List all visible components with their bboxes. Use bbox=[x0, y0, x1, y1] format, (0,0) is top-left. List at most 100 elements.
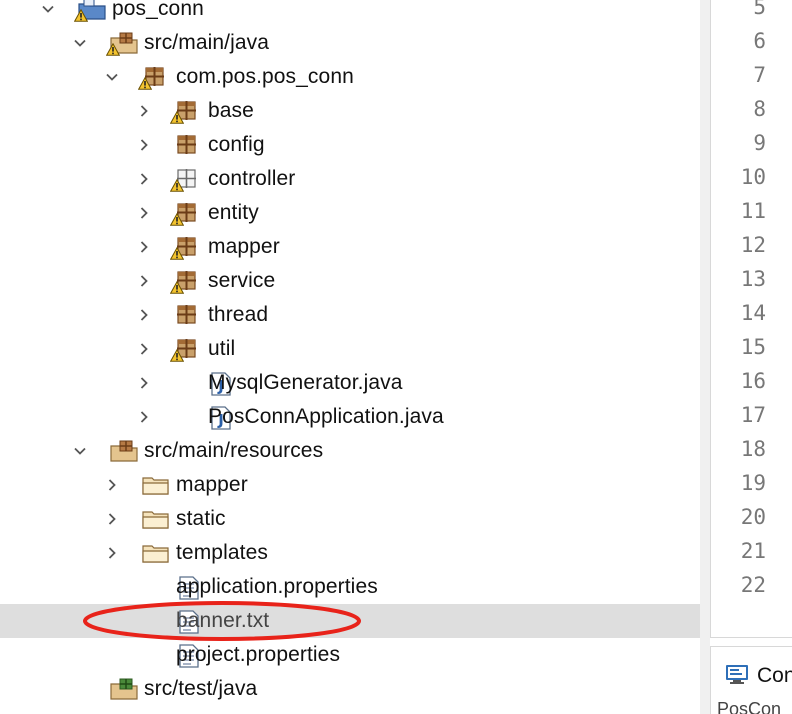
chevron-right-icon[interactable] bbox=[136, 375, 152, 391]
warning-icon bbox=[169, 280, 185, 299]
tree-item-templates[interactable]: templates bbox=[0, 536, 700, 570]
tree-item-label: entity bbox=[208, 201, 259, 224]
test-source-folder-icon bbox=[110, 678, 138, 700]
line-number: 19 bbox=[740, 471, 766, 495]
warning-icon bbox=[169, 110, 185, 129]
line-number: 11 bbox=[740, 199, 766, 223]
console-tab[interactable]: Con bbox=[725, 661, 792, 691]
chevron-right-icon[interactable] bbox=[136, 273, 152, 289]
tree-item-base[interactable]: base bbox=[0, 94, 700, 128]
line-number: 10 bbox=[740, 165, 766, 189]
tree-item-entity[interactable]: entity bbox=[0, 196, 700, 230]
tree-item-label: config bbox=[208, 133, 265, 156]
warning-icon bbox=[73, 8, 89, 27]
tree-item-src-main-resources[interactable]: src/main/resources bbox=[0, 434, 700, 468]
tree-item-label: static bbox=[176, 507, 226, 530]
line-number: 17 bbox=[740, 403, 766, 427]
tree-item-label: src/main/resources bbox=[144, 439, 324, 462]
tree-item-label: thread bbox=[208, 303, 269, 326]
tree-item-label: templates bbox=[176, 541, 268, 564]
tree-item-label: mapper bbox=[176, 473, 248, 496]
tree-item-application-properties[interactable]: application.properties bbox=[0, 570, 700, 604]
warning-icon bbox=[169, 178, 185, 197]
chevron-right-icon[interactable] bbox=[136, 103, 152, 119]
console-tab-label: Con bbox=[757, 664, 792, 687]
package-explorer-tree: pos_conn src/main/java com.pos.pos_connbas… bbox=[0, 0, 700, 714]
line-number: 20 bbox=[740, 505, 766, 529]
tree-item-label: banner.txt bbox=[176, 609, 270, 632]
warning-icon bbox=[169, 212, 185, 231]
folder-icon bbox=[142, 508, 169, 530]
tree-item-label: pos_conn bbox=[112, 0, 204, 20]
warning-icon bbox=[137, 76, 153, 95]
chevron-right-icon[interactable] bbox=[136, 239, 152, 255]
chevron-right-icon[interactable] bbox=[136, 171, 152, 187]
tree-item-banner-txt[interactable]: banner.txt bbox=[0, 604, 700, 638]
console-process-label: PosCon bbox=[717, 699, 782, 714]
chevron-right-icon[interactable] bbox=[104, 511, 120, 527]
line-number: 9 bbox=[753, 131, 766, 155]
line-number: 21 bbox=[740, 539, 766, 563]
line-number: 5 bbox=[753, 0, 766, 19]
tree-item-util[interactable]: util bbox=[0, 332, 700, 366]
package-icon bbox=[174, 304, 198, 326]
chevron-right-icon[interactable] bbox=[136, 409, 152, 425]
tree-item-label: controller bbox=[208, 167, 296, 190]
console-view: Con PosCon bbox=[710, 646, 792, 714]
chevron-right-icon[interactable] bbox=[104, 477, 120, 493]
line-number: 14 bbox=[740, 301, 766, 325]
tree-item-label: src/test/java bbox=[144, 677, 258, 700]
chevron-down-icon[interactable] bbox=[104, 69, 120, 85]
tree-item-label: util bbox=[208, 337, 236, 360]
chevron-right-icon[interactable] bbox=[104, 545, 120, 561]
line-number: 6 bbox=[753, 29, 766, 53]
package-icon bbox=[174, 134, 198, 156]
tree-item-project-properties[interactable]: project.properties bbox=[0, 638, 700, 672]
line-number: 15 bbox=[740, 335, 766, 359]
tree-item-label: application.properties bbox=[176, 575, 378, 598]
tree-item-label: src/main/java bbox=[144, 31, 270, 54]
tree-item-pos-conn[interactable]: pos_conn bbox=[0, 0, 700, 26]
line-number: 18 bbox=[740, 437, 766, 461]
chevron-down-icon[interactable] bbox=[72, 35, 88, 51]
tree-item-thread[interactable]: thread bbox=[0, 298, 700, 332]
line-number: 22 bbox=[740, 573, 766, 597]
folder-icon bbox=[142, 474, 169, 496]
tree-item-posconnapplication-java[interactable]: J PosConnApplication.java bbox=[0, 400, 700, 434]
chevron-right-icon[interactable] bbox=[136, 137, 152, 153]
tree-item-label: MysqlGenerator.java bbox=[208, 371, 403, 394]
tree-item-mapper[interactable]: mapper bbox=[0, 468, 700, 502]
tree-item-src-test-java[interactable]: src/test/java bbox=[0, 672, 700, 706]
tree-item-src-main-java[interactable]: src/main/java bbox=[0, 26, 700, 60]
tree-item-mapper[interactable]: mapper bbox=[0, 230, 700, 264]
line-number: 16 bbox=[740, 369, 766, 393]
chevron-right-icon[interactable] bbox=[136, 341, 152, 357]
chevron-down-icon[interactable] bbox=[40, 1, 56, 17]
chevron-right-icon[interactable] bbox=[136, 205, 152, 221]
tree-item-label: mapper bbox=[208, 235, 280, 258]
tree-item-label: PosConnApplication.java bbox=[208, 405, 444, 428]
line-number: 12 bbox=[740, 233, 766, 257]
tree-item-com-pos-pos-conn[interactable]: com.pos.pos_conn bbox=[0, 60, 700, 94]
chevron-right-icon[interactable] bbox=[136, 307, 152, 323]
line-number: 13 bbox=[740, 267, 766, 291]
tree-item-controller[interactable]: controller bbox=[0, 162, 700, 196]
view-divider[interactable] bbox=[700, 0, 710, 714]
tree-item-label: service bbox=[208, 269, 276, 292]
source-folder-icon bbox=[110, 440, 138, 462]
warning-icon bbox=[169, 246, 185, 265]
tree-item-mysqlgenerator-java[interactable]: J MysqlGenerator.java bbox=[0, 366, 700, 400]
line-number: 7 bbox=[753, 63, 766, 87]
warning-icon bbox=[105, 42, 121, 61]
tree-item-service[interactable]: service bbox=[0, 264, 700, 298]
tree-item-config[interactable]: config bbox=[0, 128, 700, 162]
tree-item-static[interactable]: static bbox=[0, 502, 700, 536]
chevron-down-icon[interactable] bbox=[72, 443, 88, 459]
tree-item-label: project.properties bbox=[176, 643, 341, 666]
warning-icon bbox=[169, 348, 185, 367]
tree-item-label: base bbox=[208, 99, 254, 122]
tree-item-label: com.pos.pos_conn bbox=[176, 65, 354, 88]
folder-icon bbox=[142, 542, 169, 564]
editor-line-number-gutter: 5 6 7 8 9 10 11 12 13 14 15 16 17 18 19 20 21 22 bbox=[710, 0, 792, 638]
console-icon bbox=[725, 663, 749, 690]
